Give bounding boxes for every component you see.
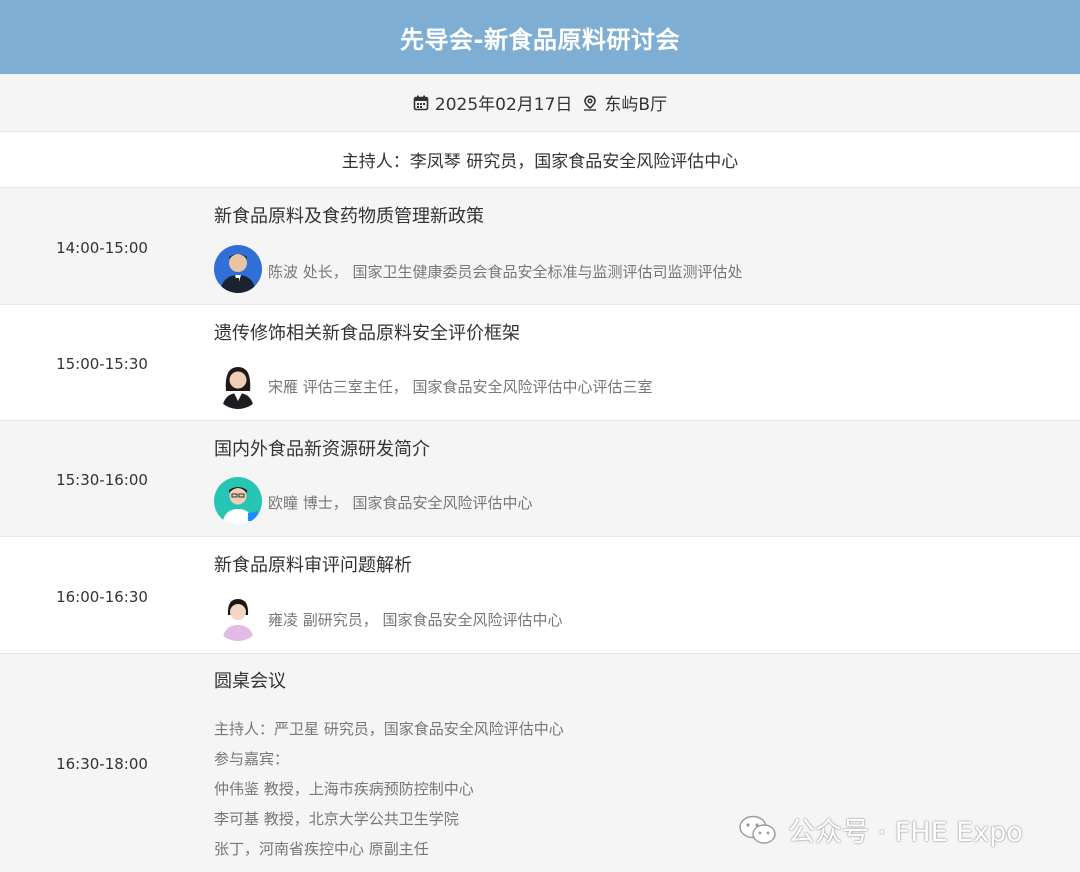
session-title: 新食品原料审评问题解析 bbox=[214, 555, 412, 576]
host-bar: 主持人：李凤琴 研究员，国家食品安全风险评估中心 bbox=[0, 132, 1080, 188]
roundtable-guest: 仲伟鉴 教授，上海市疾病预防控制中心 bbox=[214, 780, 474, 798]
session-time: 15:30-16:00 bbox=[56, 471, 148, 489]
session-time: 16:00-16:30 bbox=[56, 588, 148, 606]
session-row: 14:00-15:00 新食品原料及食药物质管理新政策 陈波 处长， 国家卫生健… bbox=[0, 188, 1080, 305]
speaker-avatar bbox=[214, 361, 262, 409]
roundtable-guest: 张丁，河南省疾控中心 原副主任 bbox=[214, 840, 429, 858]
roundtable-host: 主持人：严卫星 研究员，国家食品安全风险评估中心 bbox=[214, 720, 564, 738]
roundtable-details: 主持人：严卫星 研究员，国家食品安全风险评估中心 参与嘉宾： 仲伟鉴 教授，上海… bbox=[214, 714, 564, 864]
speaker-avatar bbox=[214, 593, 262, 641]
speaker-avatar bbox=[214, 245, 262, 293]
session-title: 国内外食品新资源研发简介 bbox=[214, 439, 430, 460]
session-time: 15:00-15:30 bbox=[56, 355, 148, 373]
speaker-info: 宋雁 评估三室主任， 国家食品安全风险评估中心评估三室 bbox=[268, 378, 653, 396]
roundtable-guests-label: 参与嘉宾： bbox=[214, 750, 290, 768]
session-title: 遗传修饰相关新食品原料安全评价框架 bbox=[214, 323, 520, 344]
event-info-bar: 2025年02月17日 东屿B厅 bbox=[0, 74, 1080, 132]
location-pin-icon bbox=[584, 94, 597, 111]
event-date: 2025年02月17日 bbox=[434, 95, 573, 115]
speaker-info: 欧瞳 博士， 国家食品安全风险评估中心 bbox=[268, 494, 533, 512]
watermark-text: 公众号 · FHE Expo bbox=[788, 817, 1023, 848]
page-header: 先导会-新食品原料研讨会 bbox=[0, 0, 1080, 74]
calendar-icon bbox=[413, 95, 429, 110]
session-time: 16:30-18:00 bbox=[56, 755, 148, 773]
session-row: 16:00-16:30 新食品原料审评问题解析 雍凌 副研究员， 国家食品安全风… bbox=[0, 537, 1080, 654]
host-text: 主持人：李凤琴 研究员，国家食品安全风险评估中心 bbox=[341, 152, 739, 172]
event-location: 东屿B厅 bbox=[604, 95, 668, 115]
session-row: 15:30-16:00 国内外食品新资源研发简介 欧瞳 博士， 国家食品安全风险… bbox=[0, 421, 1080, 537]
roundtable-guest: 李可基 教授，北京大学公共卫生学院 bbox=[214, 810, 459, 828]
speaker-info: 陈波 处长， 国家卫生健康委员会食品安全标准与监测评估司监测评估处 bbox=[268, 263, 743, 281]
session-title: 圆桌会议 bbox=[214, 671, 286, 692]
speaker-avatar bbox=[214, 477, 262, 525]
session-time: 14:00-15:00 bbox=[56, 239, 148, 257]
session-title: 新食品原料及食药物质管理新政策 bbox=[214, 206, 484, 227]
speaker-info: 雍凌 副研究员， 国家食品安全风险评估中心 bbox=[268, 611, 563, 629]
watermark: 公众号 · FHE Expo bbox=[738, 810, 1023, 849]
wechat-icon bbox=[739, 815, 776, 844]
page-title: 先导会-新食品原料研讨会 bbox=[400, 25, 680, 54]
session-row: 15:00-15:30 遗传修饰相关新食品原料安全评价框架 宋雁 评估三室主任，… bbox=[0, 305, 1080, 421]
